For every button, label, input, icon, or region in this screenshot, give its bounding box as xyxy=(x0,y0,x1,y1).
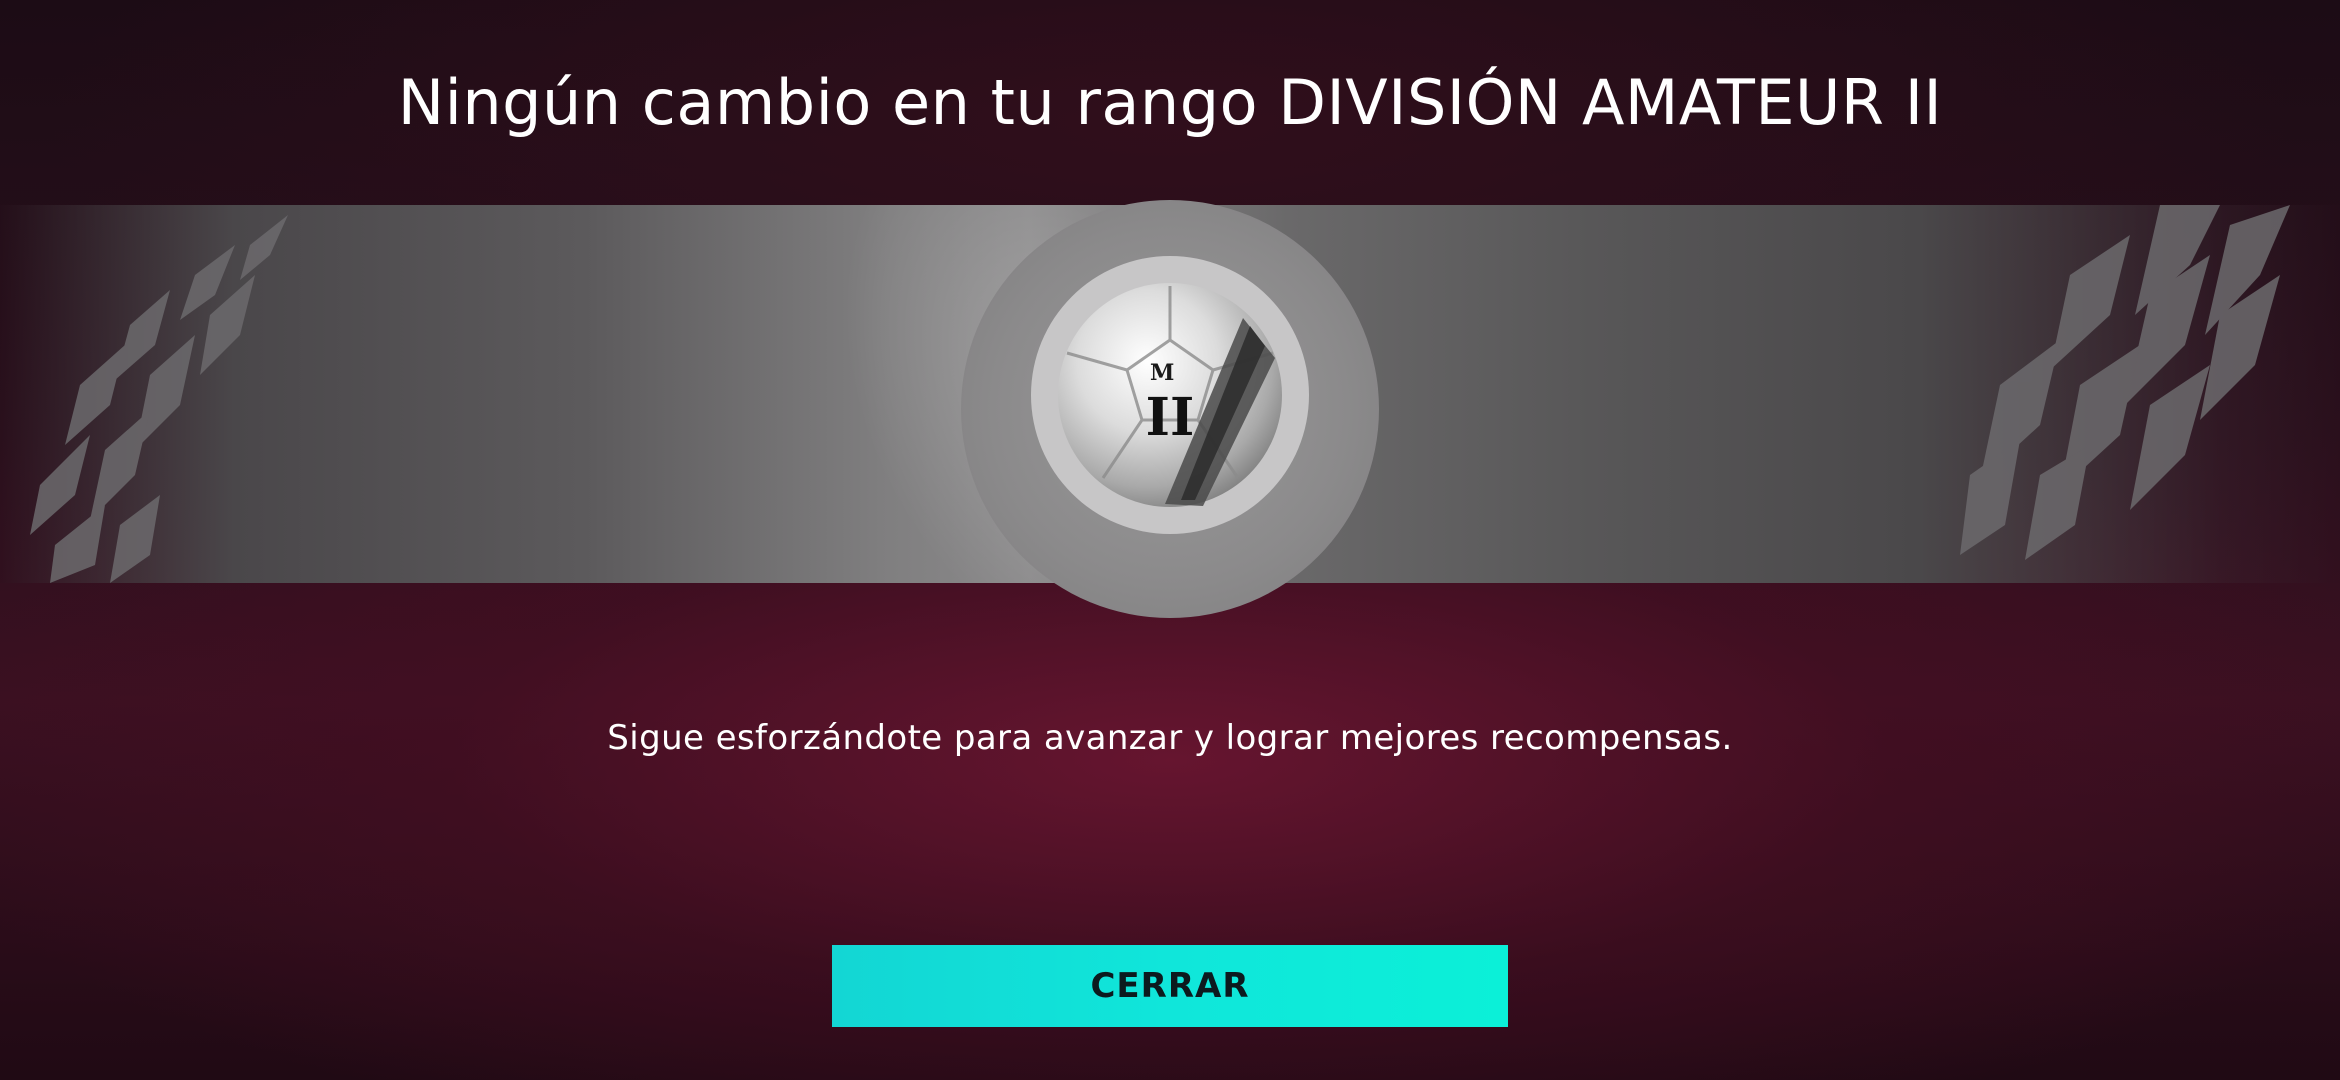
right-streaks-decoration xyxy=(1960,205,2290,560)
left-streaks-decoration xyxy=(30,215,288,583)
badge-tier-numeral: II xyxy=(1146,387,1195,448)
rank-result-screen: Ningún cambio en tu rango DIVISIÓN AMATE… xyxy=(0,0,2340,1080)
close-button[interactable]: CERRAR xyxy=(832,945,1508,1027)
svg-text:M: M xyxy=(1150,360,1174,386)
amateur-division-ball-icon: M II xyxy=(1058,283,1282,507)
encouragement-message: Sigue esforzándote para avanzar y lograr… xyxy=(607,718,1733,758)
page-title: Ningún cambio en tu rango DIVISIÓN AMATE… xyxy=(397,66,1943,139)
